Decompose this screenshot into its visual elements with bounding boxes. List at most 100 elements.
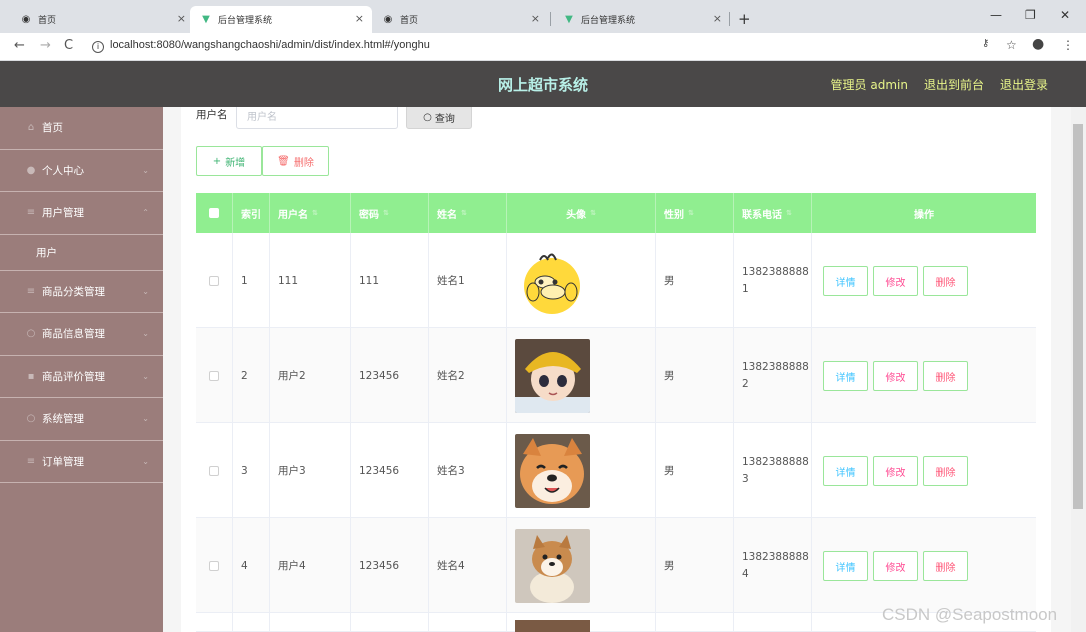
chevron-down-icon: ⌄ [142, 165, 149, 175]
browser-tab-bar: ◉ 首页 × ▼ 后台管理系统 × ◉ 首页 × ▼ 后台管理系统 × + — … [0, 0, 1086, 33]
header-avatar[interactable]: 头像 ⇅ [507, 193, 656, 233]
sidebar-item-goods-info[interactable]: ○ 商品信息管理 ⌄ [0, 313, 163, 356]
checkbox[interactable] [209, 208, 219, 218]
browser-tab[interactable]: ◉ 首页 × [10, 6, 198, 33]
close-window-icon[interactable]: ✕ [1060, 8, 1070, 22]
username-search-input[interactable] [236, 107, 398, 129]
close-icon[interactable]: × [531, 12, 540, 25]
sidebar-item-user-management[interactable]: ≡ 用户管理 ⌃ [0, 192, 163, 235]
sort-icon[interactable]: ⇅ [461, 209, 467, 217]
anime-boy-image [515, 338, 590, 413]
search-button[interactable]: ○ 查询 [406, 107, 472, 129]
cell-password: 123456 [351, 518, 429, 613]
sidebar-item-home[interactable]: ⌂ 首页 [0, 107, 163, 150]
detail-button[interactable]: 详情 [823, 361, 868, 391]
delete-button[interactable]: 删除 [923, 266, 968, 296]
cell-gender: 男 [656, 518, 734, 613]
header-phone[interactable]: 联系电话 ⇅ [734, 193, 812, 233]
sidebar-item-category[interactable]: ≡ 商品分类管理 ⌄ [0, 271, 163, 313]
vue-icon: ▼ [565, 14, 573, 25]
edit-button[interactable]: 修改 [873, 266, 918, 296]
sidebar-item-system[interactable]: ○ 系统管理 ⌄ [0, 398, 163, 441]
profile-icon[interactable]: ● [1032, 36, 1044, 52]
comment-icon: ▪ [27, 370, 35, 382]
checkbox[interactable] [209, 275, 219, 286]
select-all-checkbox[interactable] [196, 193, 233, 233]
checkbox[interactable] [209, 560, 219, 571]
info-icon[interactable]: i [92, 41, 104, 53]
delete-button[interactable]: 删除 [923, 456, 968, 486]
browser-tab-active[interactable]: ▼ 后台管理系统 × [190, 6, 372, 33]
batch-delete-button[interactable]: 🗑 删除 [262, 146, 329, 176]
edit-button[interactable]: 修改 [873, 361, 918, 391]
sort-icon[interactable]: ⇅ [688, 209, 694, 217]
cell-password: 111 [351, 233, 429, 328]
detail-button[interactable]: 详情 [823, 456, 868, 486]
scrollbar-thumb[interactable] [1073, 124, 1083, 509]
close-icon[interactable]: × [177, 12, 186, 25]
tab-separator [729, 12, 730, 26]
chevron-down-icon: ⌄ [142, 414, 149, 424]
cell-name [429, 613, 507, 632]
cell-index: 4 [233, 518, 270, 613]
gear-icon: ○ [26, 413, 36, 425]
sidebar-item-orders[interactable]: ≡ 订单管理 ⌄ [0, 441, 163, 483]
close-icon[interactable]: × [355, 12, 364, 25]
header-password[interactable]: 密码 ⇅ [351, 193, 429, 233]
edit-button[interactable]: 修改 [873, 551, 918, 581]
delete-button[interactable]: 删除 [923, 551, 968, 581]
reload-icon[interactable]: C [64, 38, 73, 53]
header-username[interactable]: 用户名 ⇅ [270, 193, 351, 233]
browser-tab[interactable]: ◉ 首页 × [372, 6, 548, 33]
row-select[interactable] [196, 423, 233, 518]
add-button[interactable]: + 新增 [196, 146, 262, 176]
cell-name: 姓名4 [429, 518, 507, 613]
cell-username [270, 613, 351, 632]
row-actions: 详情 修改 删除 [823, 266, 968, 296]
row-select[interactable] [196, 233, 233, 328]
detail-button[interactable]: 详情 [823, 551, 868, 581]
checkbox[interactable] [209, 370, 219, 381]
users-icon: ≡ [26, 207, 36, 219]
minimize-icon[interactable]: — [990, 8, 1002, 22]
cell-name: 姓名3 [429, 423, 507, 518]
sidebar-item-profile[interactable]: ● 个人中心 ⌄ [0, 150, 163, 192]
new-tab-icon[interactable]: + [738, 10, 751, 28]
back-to-front-link[interactable]: 退出到前台 [924, 76, 984, 93]
cell-gender: 男 [656, 328, 734, 423]
sort-icon[interactable]: ⇅ [383, 209, 389, 217]
browser-tab[interactable]: ▼ 后台管理系统 × [553, 6, 730, 33]
cell-avatar [507, 328, 656, 423]
home-icon: ⌂ [27, 122, 35, 134]
duck-image [515, 243, 590, 318]
avatar-shiba-dog [515, 433, 590, 508]
checkbox[interactable] [209, 465, 219, 476]
row-select[interactable] [196, 518, 233, 613]
table-row: 2 用户2 123456 姓名2 男 1382388888 2 详情 修改 删除 [196, 328, 1036, 423]
order-icon: ≡ [26, 455, 36, 467]
globe-icon: ◉ [383, 14, 393, 25]
maximize-icon[interactable]: ❐ [1025, 8, 1036, 22]
shiba-dog-image [515, 433, 590, 508]
sidebar-item-goods-review[interactable]: ▪ 商品评价管理 ⌄ [0, 356, 163, 398]
star-icon[interactable]: ☆ [1006, 38, 1017, 52]
close-icon[interactable]: × [713, 12, 722, 25]
back-arrow-icon[interactable]: ← [14, 38, 25, 53]
header-name[interactable]: 姓名 ⇅ [429, 193, 507, 233]
url-field[interactable]: i localhost:8080/wangshangchaoshi/admin/d… [92, 39, 430, 53]
header-gender[interactable]: 性别 ⇅ [656, 193, 734, 233]
sort-icon[interactable]: ⇅ [590, 209, 596, 217]
logout-link[interactable]: 退出登录 [1000, 76, 1048, 93]
sort-icon[interactable]: ⇅ [312, 209, 318, 217]
key-icon[interactable]: ⚷ [982, 38, 989, 49]
sort-icon[interactable]: ⇅ [786, 209, 792, 217]
forward-arrow-icon[interactable]: → [40, 38, 51, 53]
cell-index: 1 [233, 233, 270, 328]
row-select[interactable] [196, 613, 233, 632]
delete-button[interactable]: 删除 [923, 361, 968, 391]
sidebar-subitem-users[interactable]: 用户 [0, 234, 163, 271]
row-select[interactable] [196, 328, 233, 423]
edit-button[interactable]: 修改 [873, 456, 918, 486]
detail-button[interactable]: 详情 [823, 266, 868, 296]
menu-dots-icon[interactable]: ⋮ [1062, 38, 1074, 52]
